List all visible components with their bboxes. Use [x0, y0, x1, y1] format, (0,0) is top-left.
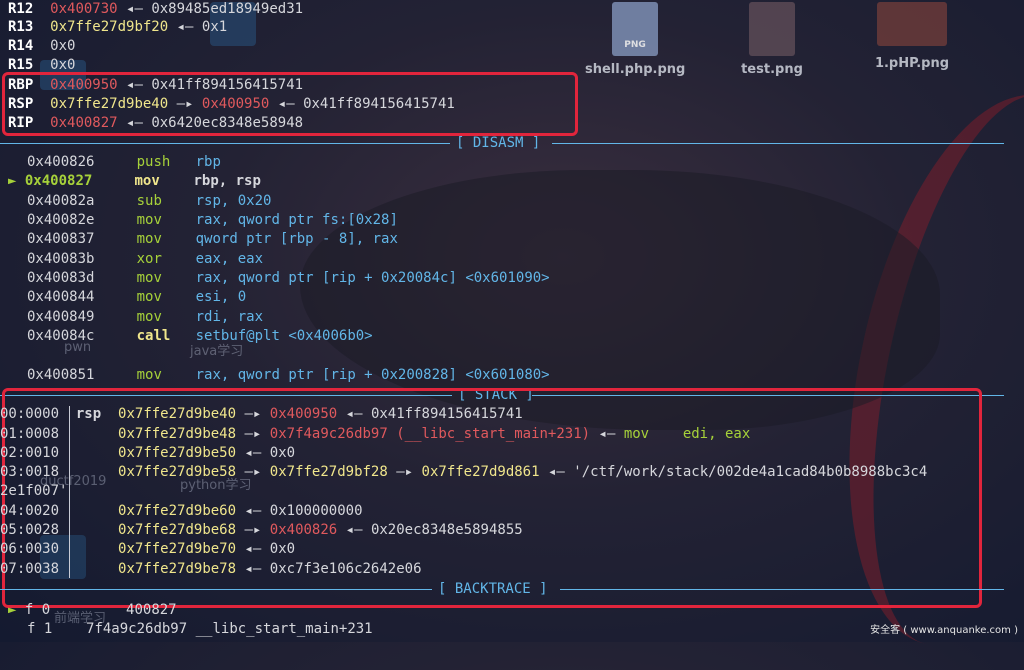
watermark: 安全客 ( www.anquanke.com ) — [870, 625, 1018, 636]
stack-row: 07:0038 0x7ffe27d9be78 ◂— 0xc7f3e106c264… — [0, 561, 422, 577]
stack-row: 03:0018 0x7ffe27d9be58 —▸ 0x7ffe27d9bf28… — [0, 464, 928, 480]
disasm-line: 0x40082a sub rsp, 0x20 — [27, 193, 272, 209]
backtrace-frame: f 1 7f4a9c26db97 __libc_start_main+231 — [27, 621, 373, 637]
stack-row: 02:0010 0x7ffe27d9be50 ◂— 0x0 — [0, 445, 296, 461]
disasm-line: 0x400844 mov esi, 0 — [27, 289, 247, 305]
stack-row: 05:0028 0x7ffe27d9be68 —▸ 0x400826 ◂— 0x… — [0, 522, 523, 538]
disasm-header: [ DISASM ] — [456, 135, 541, 151]
backtrace-separator: [ BACKTRACE ] — [0, 580, 1024, 599]
highlight-box-registers — [2, 72, 578, 136]
stack-row-wrap: 2e1f007' — [0, 483, 68, 499]
stack-row: 00:0000 rsp 0x7ffe27d9be40 —▸ 0x400950 ◂… — [0, 406, 523, 422]
disasm-line: 0x40082e mov rax, qword ptr fs:[0x28] — [27, 212, 398, 228]
disasm-line-current: ► 0x400827 mov rbp, rsp — [8, 173, 261, 189]
disasm-line: 0x400849 mov rdi, rax — [27, 309, 264, 325]
current-frame-marker: ► — [8, 602, 17, 618]
backtrace-frame: ► f 0 400827 — [8, 602, 177, 618]
stack-row: 04:0020 0x7ffe27d9be60 ◂— 0x100000000 — [0, 503, 363, 519]
stack-row: 06:0030 0x7ffe27d9be70 ◂— 0x0 — [0, 541, 296, 557]
disasm-line: 0x40083d mov rax, qword ptr [rip + 0x200… — [27, 270, 550, 286]
disasm-line: 0x40083b xor eax, eax — [27, 251, 264, 267]
register-r12: R12 0x400730 ◂— 0x89485ed18949ed31 — [8, 1, 304, 17]
register-r14: R14 0x0 — [8, 38, 76, 54]
disasm-line: 0x400837 mov qword ptr [rbp - 8], rax — [27, 231, 398, 247]
register-r13: R13 0x7ffe27d9bf20 ◂— 0x1 — [8, 19, 228, 35]
disasm-line: 0x40084c call setbuf@plt <0x4006b0> — [27, 328, 373, 344]
terminal: R12 0x400730 ◂— 0x89485ed18949ed31 R13 0… — [0, 0, 1024, 642]
disasm-separator: [ DISASM ] — [0, 134, 1024, 153]
disasm-line: 0x400826 push rbp — [27, 154, 221, 170]
backtrace-header: [ BACKTRACE ] — [438, 581, 548, 597]
stack-row: 01:0008 0x7ffe27d9be48 —▸ 0x7f4a9c26db97… — [0, 426, 751, 442]
current-instruction-marker: ► — [8, 173, 17, 189]
disasm-line: 0x400851 mov rax, qword ptr [rip + 0x200… — [27, 367, 550, 383]
